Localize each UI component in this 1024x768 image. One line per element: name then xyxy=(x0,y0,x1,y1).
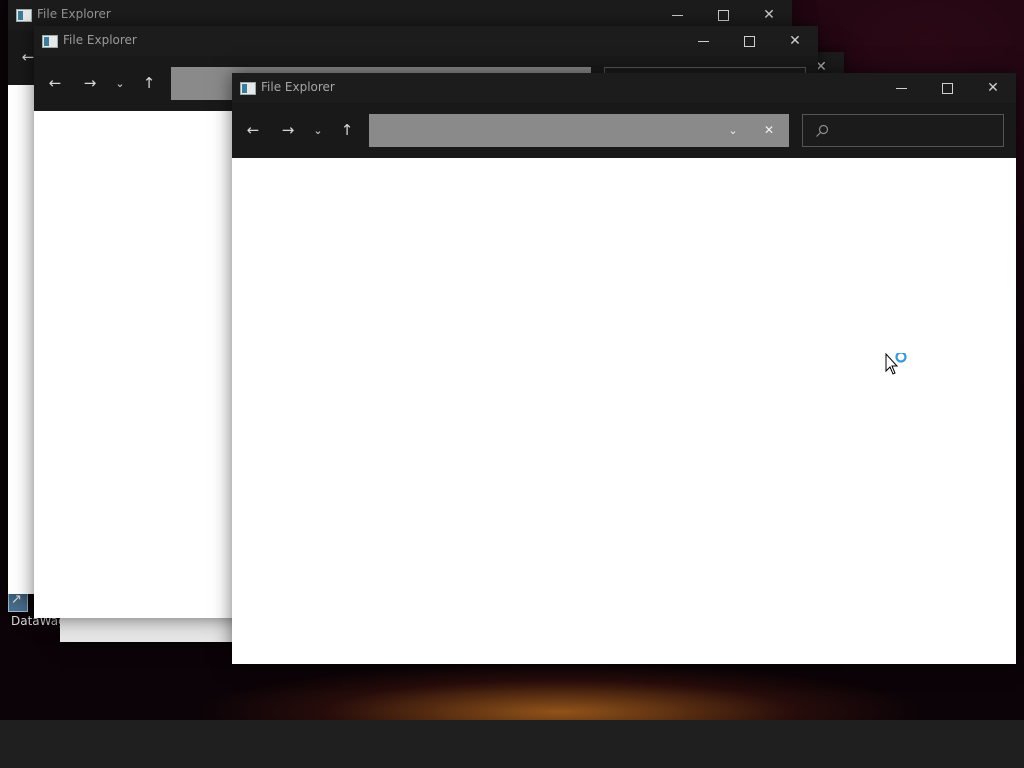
maximize-button[interactable] xyxy=(726,26,772,56)
window-title: File Explorer xyxy=(63,33,137,47)
chevron-down-icon[interactable]: ⌄ xyxy=(306,103,330,158)
arrow-right-icon[interactable]: → xyxy=(276,103,300,158)
shortcut-icon xyxy=(8,592,28,612)
file-explorer-icon xyxy=(240,82,256,95)
taskbar xyxy=(0,720,1024,768)
address-dropdown-chevron-icon[interactable]: ⌄ xyxy=(721,114,745,147)
arrow-up-icon[interactable]: ↑ xyxy=(137,56,161,111)
window-title: File Explorer xyxy=(37,7,111,21)
address-bar[interactable]: ⌄ ✕ xyxy=(369,114,789,147)
busy-cursor-icon xyxy=(885,351,911,377)
arrow-left-icon[interactable]: ← xyxy=(241,103,265,158)
window-title: File Explorer xyxy=(261,80,335,94)
close-button[interactable]: ✕ xyxy=(772,26,818,56)
chevron-down-icon[interactable]: ⌄ xyxy=(108,56,132,111)
minimize-button[interactable] xyxy=(680,26,726,56)
arrow-up-icon[interactable]: ↑ xyxy=(335,103,359,158)
arrow-right-icon[interactable]: → xyxy=(78,56,102,111)
search-box[interactable] xyxy=(802,114,1004,147)
arrow-left-icon[interactable]: ← xyxy=(43,56,67,111)
search-icon xyxy=(815,123,829,137)
minimize-button[interactable] xyxy=(878,73,924,103)
window-titlebar[interactable]: File Explorer ✕ xyxy=(34,26,818,56)
file-explorer-icon xyxy=(16,9,32,22)
window-toolbar: ← → ⌄ ↑ ⌄ ✕ xyxy=(232,103,1016,158)
window-titlebar[interactable]: File Explorer ✕ xyxy=(232,73,1016,103)
maximize-button[interactable] xyxy=(924,73,970,103)
address-clear-icon[interactable]: ✕ xyxy=(757,114,781,147)
window-content xyxy=(232,158,1016,664)
close-button[interactable]: ✕ xyxy=(970,73,1016,103)
file-explorer-icon xyxy=(42,35,58,48)
